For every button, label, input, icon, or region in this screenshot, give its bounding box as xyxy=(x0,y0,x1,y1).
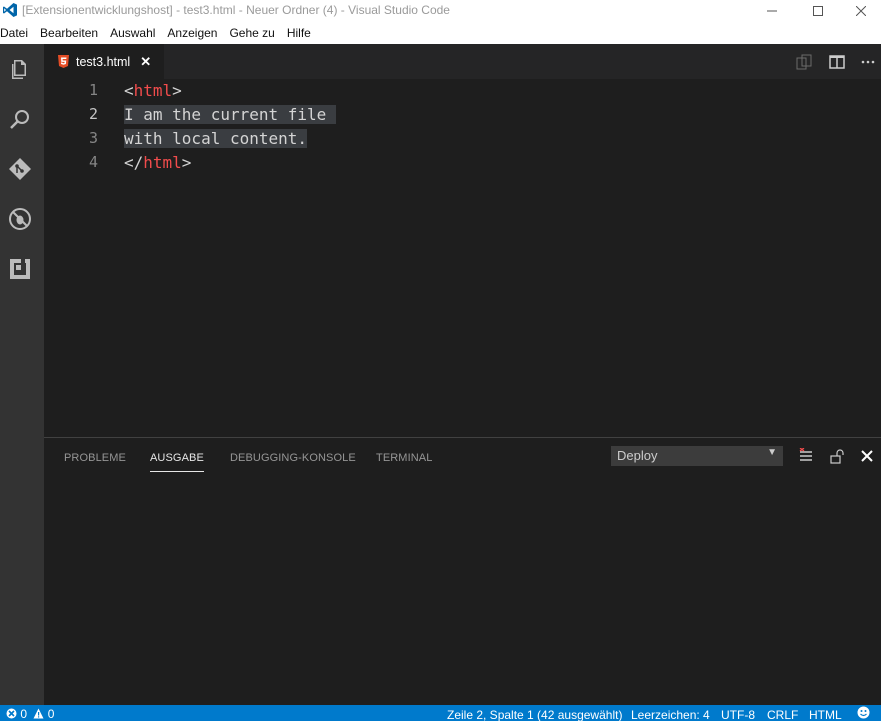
code-line: 1 <html> xyxy=(44,79,881,103)
menu-hilfe[interactable]: Hilfe xyxy=(287,26,317,40)
tab-ausgabe[interactable]: AUSGABE xyxy=(150,452,204,472)
output-channel-select[interactable]: Deploy ▼ xyxy=(611,446,783,466)
indentation-status[interactable]: Leerzeichen: 4 xyxy=(631,708,710,721)
minimize-button[interactable] xyxy=(749,0,795,22)
extensions-button[interactable] xyxy=(6,255,34,283)
status-bar: 0 0 Zeile 2, Spalte 1 (42 ausgewählt) Le… xyxy=(0,705,881,721)
code-line: 3 with local content. xyxy=(44,127,881,151)
tab-label: test3.html xyxy=(76,54,131,69)
activity-bar xyxy=(0,44,44,705)
tab-probleme[interactable]: PROBLEME xyxy=(64,452,126,464)
window-title: [Extensionentwicklungshost] - test3.html… xyxy=(22,3,450,17)
menu-datei[interactable]: Datei xyxy=(0,26,34,40)
warning-icon xyxy=(33,708,44,719)
menu-gehe-zu[interactable]: Gehe zu xyxy=(229,26,280,40)
close-icon xyxy=(856,6,866,16)
code-line: 2 I am the current file xyxy=(44,103,881,127)
debug-icon xyxy=(9,208,31,230)
clear-output-button[interactable] xyxy=(796,446,816,466)
line-number: 1 xyxy=(88,81,98,99)
menu-bar: Datei Bearbeiten Auswahl Anzeigen Gehe z… xyxy=(0,22,881,44)
eol-status[interactable]: CRLF xyxy=(767,708,798,721)
source-control-button[interactable] xyxy=(6,155,34,183)
code-editor[interactable]: 1 <html> 2 I am the current file 3 with … xyxy=(44,79,881,437)
close-icon xyxy=(861,450,873,462)
code-text-selected: I am the current file xyxy=(124,105,336,124)
explorer-button[interactable] xyxy=(6,56,34,84)
editor-tab-bar: test3.html ✕ xyxy=(44,44,881,79)
tab-debugging-konsole[interactable]: DEBUGGING-KONSOLE xyxy=(230,452,356,464)
code-line: 4 </html> xyxy=(44,151,881,175)
maximize-button[interactable] xyxy=(795,0,841,22)
search-icon xyxy=(10,110,29,129)
maximize-icon xyxy=(813,6,823,16)
open-changes-icon xyxy=(796,54,812,69)
code-text-selected: with local content. xyxy=(124,129,308,148)
search-button[interactable] xyxy=(6,105,34,133)
language-mode-status[interactable]: HTML xyxy=(809,708,842,721)
debug-button[interactable] xyxy=(6,205,34,233)
more-icon xyxy=(861,60,875,63)
more-actions-button[interactable] xyxy=(860,44,876,79)
code-text: <html> xyxy=(124,81,182,100)
open-changes-button[interactable] xyxy=(796,44,812,79)
close-window-button[interactable] xyxy=(841,0,881,22)
feedback-button[interactable] xyxy=(857,706,870,721)
code-text: </html> xyxy=(124,153,192,172)
error-count: 0 xyxy=(20,707,28,721)
line-number: 2 xyxy=(88,105,98,123)
cursor-position-status[interactable]: Zeile 2, Spalte 1 (42 ausgewählt) xyxy=(447,708,622,721)
split-editor-icon xyxy=(829,54,845,69)
menu-auswahl[interactable]: Auswahl xyxy=(110,26,161,40)
clear-output-icon xyxy=(799,448,812,461)
scroll-lock-button[interactable] xyxy=(827,446,847,466)
explorer-icon xyxy=(12,60,26,79)
tab-close-button[interactable]: ✕ xyxy=(140,54,151,70)
chevron-down-icon: ▼ xyxy=(767,447,777,458)
warning-count: 0 xyxy=(47,707,55,721)
smiley-icon xyxy=(857,706,870,719)
problems-status[interactable]: 0 0 xyxy=(6,707,54,721)
git-icon xyxy=(9,158,31,180)
vscode-logo-icon xyxy=(3,3,17,17)
close-panel-button[interactable] xyxy=(857,446,877,466)
line-number: 3 xyxy=(88,129,98,147)
unlock-icon xyxy=(830,449,844,464)
split-editor-button[interactable] xyxy=(829,44,845,79)
encoding-status[interactable]: UTF-8 xyxy=(721,708,755,721)
menu-anzeigen[interactable]: Anzeigen xyxy=(167,26,223,40)
line-number: 4 xyxy=(88,153,98,171)
minimize-icon xyxy=(767,10,777,12)
output-channel-value: Deploy xyxy=(617,448,658,463)
extensions-icon xyxy=(10,259,30,279)
error-icon xyxy=(6,708,17,719)
menu-bearbeiten[interactable]: Bearbeiten xyxy=(40,26,104,40)
html5-icon xyxy=(58,55,69,68)
tab-test3-html[interactable]: test3.html ✕ xyxy=(44,44,164,79)
bottom-panel: PROBLEME AUSGABE DEBUGGING-KONSOLE TERMI… xyxy=(44,437,881,706)
tab-terminal[interactable]: TERMINAL xyxy=(376,452,432,464)
title-bar: [Extensionentwicklungshost] - test3.html… xyxy=(0,0,881,22)
